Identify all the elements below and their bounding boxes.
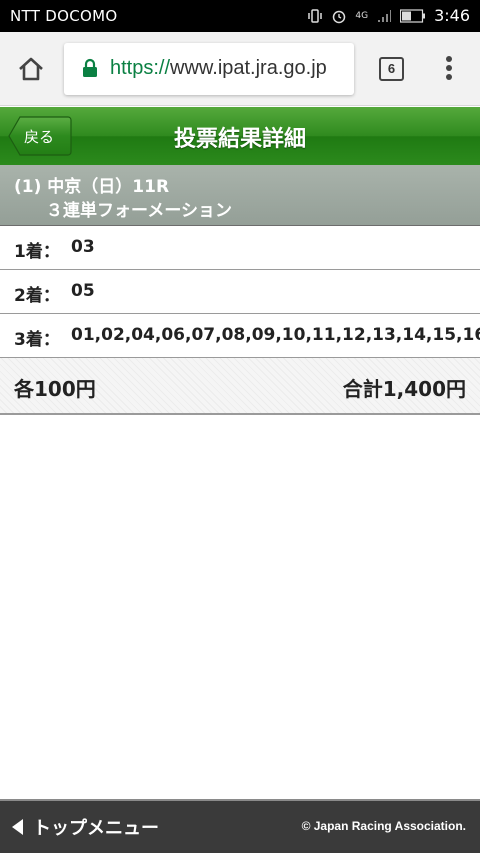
title-bar: 戻る 投票結果詳細 xyxy=(0,107,480,165)
url-scheme: https:// xyxy=(110,57,171,79)
network-type: 4G xyxy=(355,10,369,21)
url-host: www.ipat.jra.go.jp xyxy=(170,57,327,79)
signal-icon xyxy=(378,9,392,22)
copyright: © Japan Racing Association. xyxy=(301,819,466,833)
selection-label: 2着： xyxy=(14,286,60,306)
top-menu-label: トップメニュー xyxy=(33,818,159,839)
selection-value: 05 xyxy=(71,281,95,301)
battery-icon xyxy=(400,8,426,23)
clock: 3:46 xyxy=(434,6,470,25)
url-text: https://www.ipat.jra.go.jp xyxy=(110,57,327,80)
address-bar[interactable]: https://www.ipat.jra.go.jp xyxy=(64,43,354,95)
amount-total: 合計1,400円 xyxy=(342,377,466,401)
bet-type: ３連単フォーメーション xyxy=(46,201,232,221)
race-header: (1) 中京（日）11R ３連単フォーメーション xyxy=(0,165,480,226)
footer: トップメニュー © Japan Racing Association. xyxy=(0,799,480,853)
selection-label: 1着： xyxy=(14,242,60,262)
back-triangle-icon xyxy=(12,819,23,835)
race-info: (1) 中京（日）11R xyxy=(14,177,170,197)
tab-switcher-button[interactable]: 6 xyxy=(379,57,404,81)
page-title: 投票結果詳細 xyxy=(173,127,306,152)
browser-toolbar: https://www.ipat.jra.go.jp 6 xyxy=(0,32,480,106)
selection-label: 3着： xyxy=(14,330,60,350)
selection-value: 01,02,04,06,07,08,09,10,11,12,13,14,15,1… xyxy=(71,325,480,345)
alarm-icon xyxy=(333,10,346,23)
home-icon[interactable] xyxy=(16,54,46,84)
selection-value: 03 xyxy=(71,237,95,257)
status-bar: NTT DOCOMO 4G 3:46 xyxy=(0,0,480,32)
status-icons: 4G 3:46 xyxy=(307,6,470,25)
selection-row-3rd: 3着： 01,02,04,06,07,08,09,10,11,12,13,14,… xyxy=(0,314,480,358)
vibrate-icon xyxy=(308,8,323,23)
selection-row-2nd: 2着： 05 xyxy=(0,270,480,314)
bet-summary: 各100円 合計1,400円 xyxy=(0,358,480,415)
lock-icon xyxy=(83,58,97,77)
overflow-menu-icon[interactable] xyxy=(440,56,458,84)
selection-row-1st: 1着： 03 xyxy=(0,226,480,270)
amount-each: 各100円 xyxy=(14,377,96,401)
carrier-name: NTT DOCOMO xyxy=(10,7,118,25)
top-menu-link[interactable]: トップメニュー xyxy=(12,814,159,840)
